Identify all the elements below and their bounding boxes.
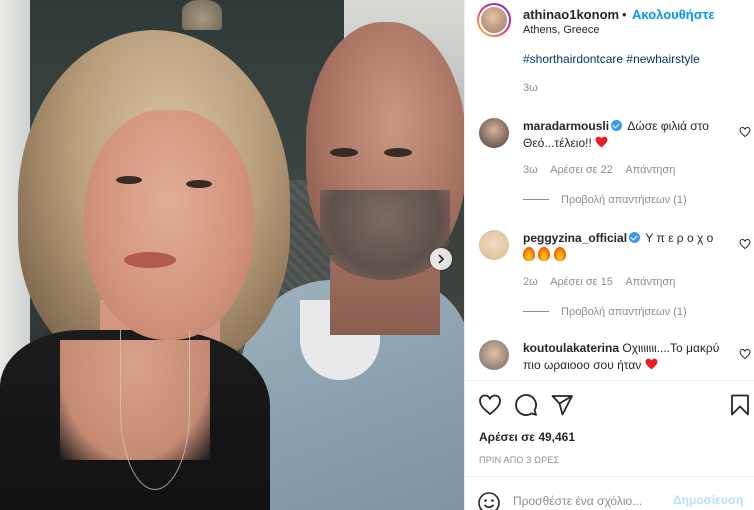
post-actions <box>465 380 754 430</box>
comment-time: 2ω <box>523 276 538 288</box>
post-comment-button[interactable]: Δημοσίευση <box>673 493 743 507</box>
post-photo <box>0 0 464 510</box>
comments-list[interactable]: #shorthairdontcare #newhairstyle 3ω mara… <box>465 40 754 380</box>
woman-face <box>84 110 254 340</box>
next-photo-button[interactable] <box>430 248 452 270</box>
verified-badge-icon <box>629 232 641 243</box>
comment-time: 3ω <box>523 164 538 176</box>
fire-icon <box>538 247 551 261</box>
like-comment-heart-icon[interactable] <box>739 238 751 250</box>
post-header: athinao1konoma • Ακολουθήστε Athens, Gre… <box>465 0 754 40</box>
comment-text: Υ π ε ρ ο χ ο <box>645 231 714 245</box>
bookmark-icon[interactable] <box>728 393 752 417</box>
caption-time: 3ω <box>523 82 538 94</box>
smiley-icon[interactable] <box>477 491 501 510</box>
comment-username[interactable]: maradarmousli <box>523 119 609 133</box>
chevron-right-icon <box>438 254 445 264</box>
comment-meta: 2ω Αρέσει σε 15 Απάντηση <box>523 276 685 288</box>
avatar[interactable] <box>479 340 509 370</box>
location-link[interactable]: Athens, Greece <box>523 24 599 36</box>
comment-icon[interactable] <box>514 393 538 417</box>
verified-badge-icon <box>611 120 623 131</box>
like-comment-heart-icon[interactable] <box>739 348 751 360</box>
follow-button[interactable]: Ακολουθήστε <box>632 7 715 22</box>
post-side-panel: athinao1konoma • Ακολουθήστε Athens, Gre… <box>464 0 754 510</box>
necklace <box>120 330 190 490</box>
red-heart-icon <box>645 358 658 370</box>
hashtag-link[interactable]: #shorthairdontcare <box>523 52 623 66</box>
view-replies-button[interactable]: Προβολή απαντήσεων (1) <box>523 194 687 206</box>
comment-meta: 3ω Αρέσει σε 22 Απάντηση <box>523 164 685 176</box>
fire-icon <box>523 247 535 261</box>
comment-likes[interactable]: Αρέσει σε 22 <box>550 164 613 176</box>
reply-button[interactable]: Απάντηση <box>625 164 675 176</box>
comment-username[interactable]: peggyzina_official <box>523 231 627 245</box>
likes-count[interactable]: Αρέσει σε 49,461 <box>479 430 575 444</box>
send-icon[interactable] <box>550 393 574 417</box>
heart-icon[interactable] <box>478 393 502 417</box>
comment-username[interactable]: koutoulakaterina <box>523 341 619 355</box>
caption-hashtags: #shorthairdontcare #newhairstyle <box>523 52 700 66</box>
header-username[interactable]: athinao1konoma <box>523 7 619 22</box>
avatar[interactable] <box>479 230 509 260</box>
like-comment-heart-icon[interactable] <box>739 126 751 138</box>
red-heart-icon <box>595 136 608 148</box>
add-comment-bar: Δημοσίευση <box>465 476 754 510</box>
avatar[interactable] <box>479 118 509 148</box>
reply-button[interactable]: Απάντηση <box>625 276 675 288</box>
hashtag-link[interactable]: #newhairstyle <box>626 52 699 66</box>
fire-icon <box>553 247 566 261</box>
post-timestamp: ΠΡΙΝ ΑΠΟ 3 ΩΡΕΣ <box>479 455 560 465</box>
separator-dot: • <box>622 7 627 22</box>
comment-input[interactable] <box>513 491 663 510</box>
avatar[interactable] <box>477 3 511 37</box>
comment-likes[interactable]: Αρέσει σε 15 <box>550 276 613 288</box>
view-replies-button[interactable]: Προβολή απαντήσεων (1) <box>523 306 687 318</box>
